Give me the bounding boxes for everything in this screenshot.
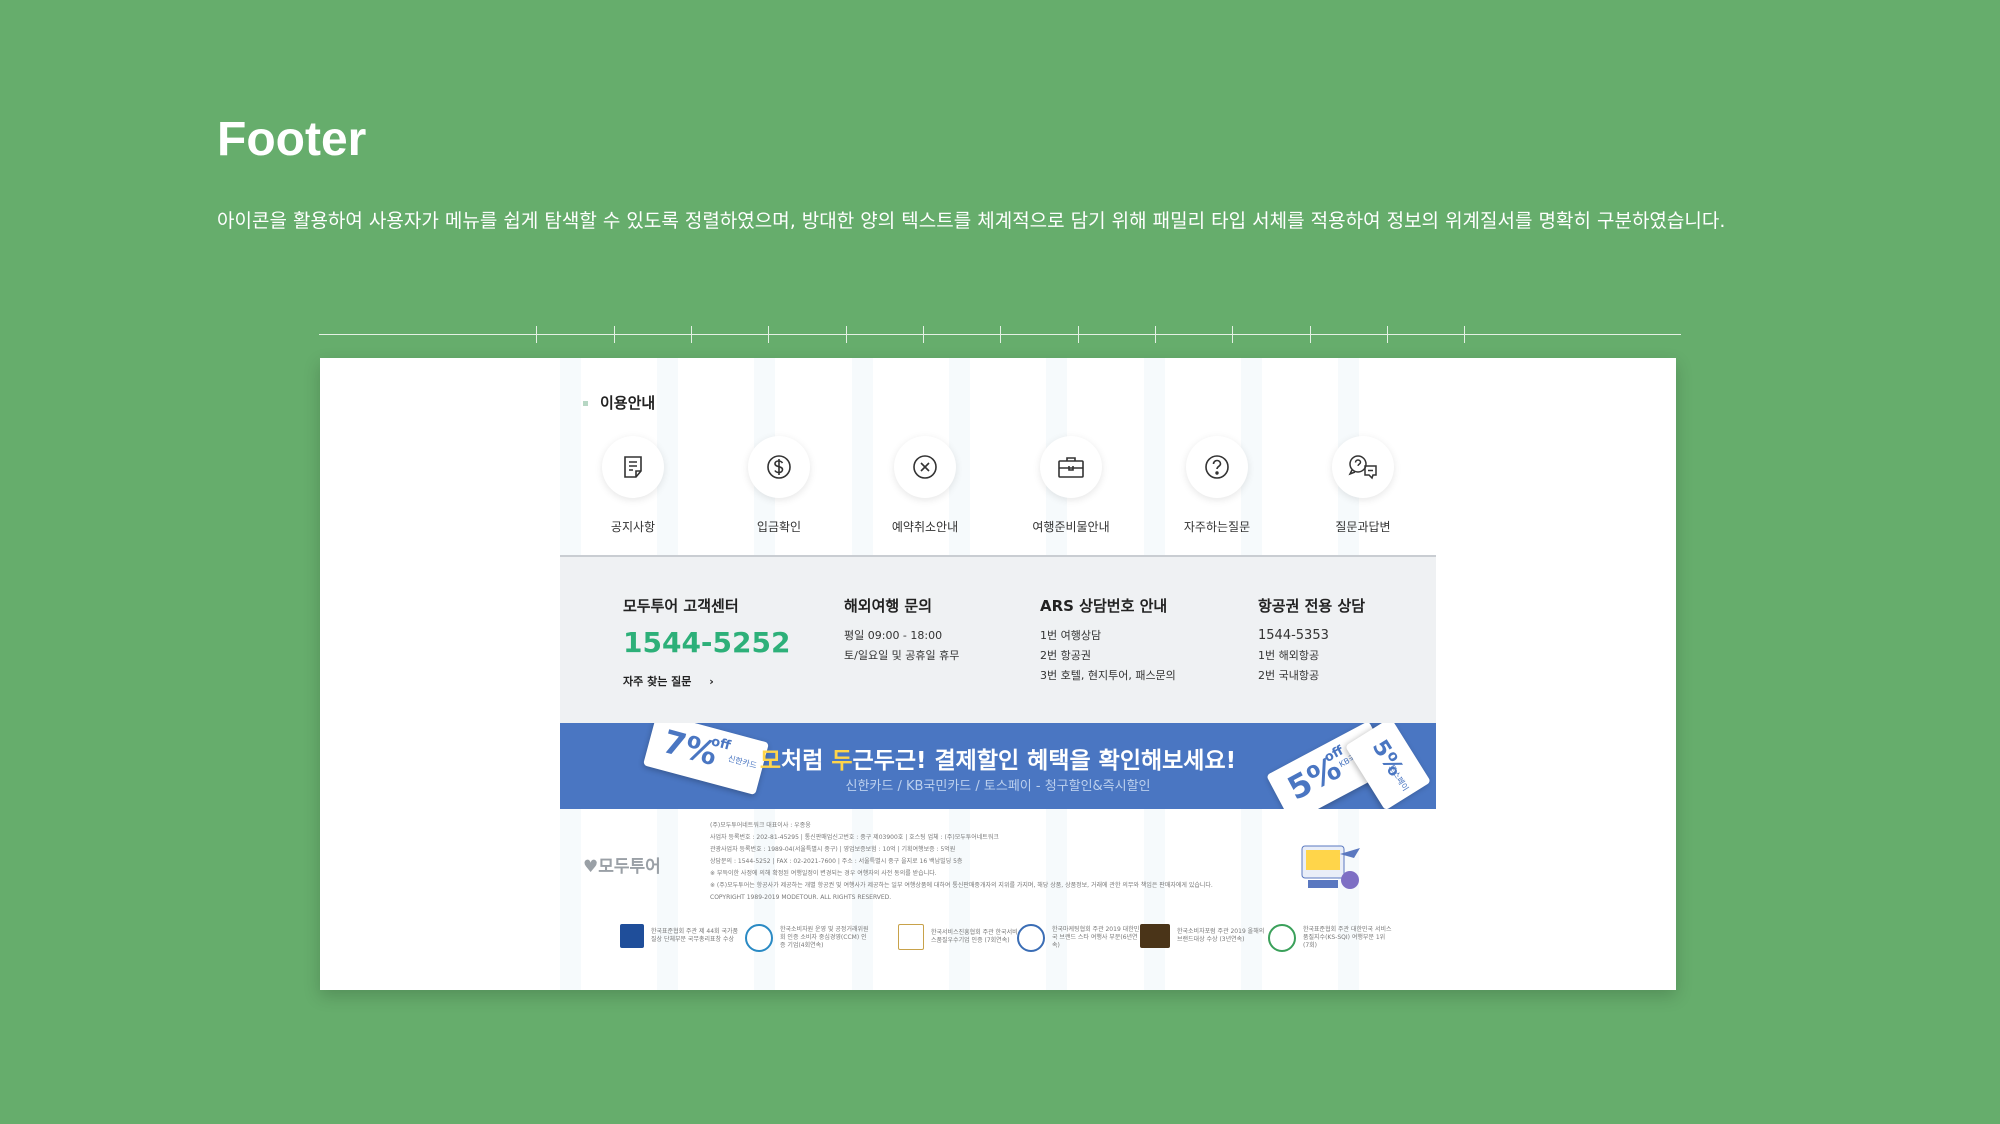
company-line: 관광사업자 등록번호 : 1989-04(서울특별시 중구) | 영업보증보험 … xyxy=(710,846,956,853)
customer-center-title: 모두투어 고객센터 xyxy=(623,597,739,615)
ruler-tick xyxy=(1155,326,1156,343)
briefcase-icon xyxy=(1040,436,1102,498)
air-line: 1번 해외항공 xyxy=(1258,649,1320,662)
ars-guide: ARS 상담번호 안내 1번 여행상담 2번 항공권 3번 호텔, 현지투어, … xyxy=(1040,595,1176,686)
ruler-tick xyxy=(1387,326,1388,343)
logo-text: 모두투어 xyxy=(598,857,661,877)
guide-item-label: 공지사항 xyxy=(610,520,656,534)
cert-item: 한국마케팅협회 주관 2019 대한민국 브랜드 스타 여행사 부문(6년연속) xyxy=(1017,924,1142,952)
company-line: ※ (주)모두투어는 항공사가 제공하는 개별 항공권 및 여행사가 제공하는 … xyxy=(710,882,1213,889)
overseas-line: 평일 09:00 - 18:00 xyxy=(844,629,943,642)
page-description: 아이콘을 활용하여 사용자가 메뉴를 쉽게 탐색할 수 있도록 정렬하였으며, … xyxy=(217,210,1726,232)
guide-item-label: 입금확인 xyxy=(756,520,802,534)
company-line: (주)모두투어네트워크 대표이사 : 우종웅 xyxy=(710,822,811,829)
banner-highlight: 모 xyxy=(759,748,782,774)
guide-item-label: 예약취소안내 xyxy=(891,520,959,534)
ars-title: ARS 상담번호 안내 xyxy=(1040,597,1168,615)
dollar-icon xyxy=(748,436,810,498)
customer-center-phone[interactable]: 1544-5252 xyxy=(623,626,790,659)
cert-text: 한국표준협회 주관 대한민국 서비스품질지수(KS-SQI) 여행부문 1위 (… xyxy=(1303,926,1392,949)
cert-item: 한국소비자포럼 주관 2019 올해의 브랜드대상 수상 (3년연속) xyxy=(1140,924,1267,948)
banner-text: 근두근! 결제할인 혜택을 확인해보세요! xyxy=(852,748,1237,774)
company-line: 사업자 등록번호 : 202-81-45295 | 통신판매업신고번호 : 중구… xyxy=(710,834,999,841)
grid-ruler xyxy=(319,326,1681,343)
faq-link[interactable]: 자주 찾는 질문 › xyxy=(623,673,790,689)
guide-section-label: 이용안내 xyxy=(600,394,656,412)
cert-item: 한국표준협회 주관 대한민국 서비스품질지수(KS-SQI) 여행부문 1위 (… xyxy=(1268,924,1393,952)
ruler-tick xyxy=(1464,326,1465,343)
company-info: (주)모두투어네트워크 대표이사 : 우종웅 사업자 등록번호 : 202-81… xyxy=(710,820,1213,904)
overseas-hours: 평일 09:00 - 18:00 토/일요일 및 공휴일 휴무 xyxy=(844,626,959,666)
contact-section: 모두투어 고객센터 1544-5252 자주 찾는 질문 › 해외여행 문의 평… xyxy=(560,555,1436,725)
customer-center: 모두투어 고객센터 1544-5252 자주 찾는 질문 › xyxy=(623,595,790,689)
ruler-tick xyxy=(536,326,537,343)
guide-item-label: 여행준비물안내 xyxy=(1032,520,1110,534)
company-line: 상담문의 : 1544-5252 | FAX : 02-2021-7600 | … xyxy=(710,858,963,865)
cancel-icon xyxy=(894,436,956,498)
faq-link-label: 자주 찾는 질문 xyxy=(623,675,692,688)
ks-sqi-icon xyxy=(1268,924,1296,952)
ruler-tick xyxy=(691,326,692,343)
overseas-line: 토/일요일 및 공휴일 휴무 xyxy=(844,649,960,662)
ars-line: 1번 여행상담 xyxy=(1040,629,1102,642)
company-line: COPYRIGHT 1989-2019 MODETOUR. ALL RIGHTS… xyxy=(710,894,892,901)
overseas-inquiry: 해외여행 문의 평일 09:00 - 18:00 토/일요일 및 공휴일 휴무 xyxy=(844,595,959,666)
air-title: 항공권 전용 상담 xyxy=(1258,597,1366,615)
ccm-icon xyxy=(745,924,773,952)
cert-item: 한국서비스진흥협회 주관 한국서비스품질우수기업 인증 (7회연속) xyxy=(898,924,1021,950)
cert-text: 한국소비자원 운영 및 공정거래위원회 인증 소비자 중심경영(CCM) 인증 … xyxy=(780,926,869,949)
chat-icon xyxy=(1332,436,1394,498)
brand-star-icon xyxy=(1017,924,1045,952)
cert-text: 한국서비스진흥협회 주관 한국서비스품질우수기업 인증 (7회연속) xyxy=(931,929,1018,944)
guide-item-cancel[interactable]: 예약취소안내 xyxy=(865,436,985,535)
heart-icon: ♥ xyxy=(583,857,599,877)
cert-item: 한국표준협회 주관 제 44회 국가품질상 단체부문 국무총리표창 수상 xyxy=(620,924,741,948)
bullet-icon xyxy=(583,401,588,406)
question-icon xyxy=(1186,436,1248,498)
cert-item: 한국소비자원 운영 및 공정거래위원회 인증 소비자 중심경영(CCM) 인증 … xyxy=(745,924,870,952)
cert-text: 한국표준협회 주관 제 44회 국가품질상 단체부문 국무총리표창 수상 xyxy=(651,928,739,943)
ars-lines: 1번 여행상담 2번 항공권 3번 호텔, 현지투어, 패스문의 xyxy=(1040,626,1176,686)
company-line: ※ 부득이한 사정에 의해 확정된 여행일정이 변경되는 경우 여행자의 사전 … xyxy=(710,870,937,877)
ars-line: 2번 항공권 xyxy=(1040,649,1091,662)
ruler-tick xyxy=(846,326,847,343)
chevron-right-icon: › xyxy=(709,675,714,688)
discount-banner[interactable]: 7% off 신한카드 모처럼 두근두근! 결제할인 혜택을 확인해보세요! 신… xyxy=(560,723,1436,809)
ruler-tick xyxy=(614,326,615,343)
banner-highlight: 두 xyxy=(831,748,853,774)
award-illustration xyxy=(1300,840,1364,892)
air-line: 2번 국내항공 xyxy=(1258,669,1320,682)
guide-item-qna[interactable]: 질문과답변 xyxy=(1303,436,1423,535)
notice-icon xyxy=(602,436,664,498)
service-quality-icon xyxy=(898,924,924,950)
guide-item-deposit[interactable]: 입금확인 xyxy=(719,436,839,535)
guide-item-label: 자주하는질문 xyxy=(1183,520,1251,534)
ruler-tick xyxy=(1310,326,1311,343)
modetour-logo[interactable]: ♥모두투어 xyxy=(583,852,661,877)
guide-item-faq[interactable]: 자주하는질문 xyxy=(1157,436,1277,535)
guide-section-title: 이용안내 xyxy=(583,392,655,413)
page-title: Footer xyxy=(217,113,367,166)
banner-text: 처럼 xyxy=(781,748,832,774)
guide-item-travel-prep[interactable]: 여행준비물안내 xyxy=(1011,436,1131,535)
brand-award-icon xyxy=(1140,924,1170,948)
footer-mockup: 이용안내 공지사항 입금확인 예약취소안내 여행준비물안내 자주하는질문 질문과 xyxy=(320,358,1676,990)
ruler-tick xyxy=(1000,326,1001,343)
quality-award-icon xyxy=(620,924,644,948)
cert-text: 한국소비자포럼 주관 2019 올해의 브랜드대상 수상 (3년연속) xyxy=(1177,928,1265,943)
guide-item-label: 질문과답변 xyxy=(1335,520,1391,534)
overseas-title: 해외여행 문의 xyxy=(844,597,933,615)
air-ticket-consult: 항공권 전용 상담 1544-5353 1번 해외항공 2번 국내항공 xyxy=(1258,595,1365,686)
ruler-tick xyxy=(1232,326,1233,343)
ars-line: 3번 호텔, 현지투어, 패스문의 xyxy=(1040,669,1176,682)
guide-item-notice[interactable]: 공지사항 xyxy=(573,436,693,535)
ruler-tick xyxy=(923,326,924,343)
air-phone: 1544-5353 xyxy=(1258,628,1329,643)
air-lines: 1544-5353 1번 해외항공 2번 국내항공 xyxy=(1258,626,1365,686)
ruler-tick xyxy=(1078,326,1079,343)
ruler-tick xyxy=(768,326,769,343)
cert-text: 한국마케팅협회 주관 2019 대한민국 브랜드 스타 여행사 부문(6년연속) xyxy=(1052,926,1140,949)
